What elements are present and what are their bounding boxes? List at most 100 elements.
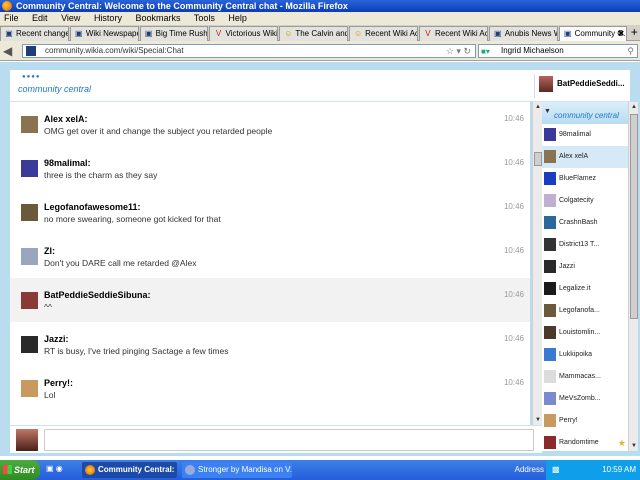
- user-list-item[interactable]: 98malimal: [542, 124, 628, 146]
- message-author[interactable]: Alex xelA:: [44, 114, 530, 125]
- wiki-icon: ▣: [144, 29, 153, 38]
- message-time: 10:46: [503, 202, 524, 211]
- show-desktop-icon[interactable]: ▣: [46, 464, 54, 473]
- user-avatar[interactable]: [21, 248, 38, 265]
- user-list-item[interactable]: Louistomlin...: [542, 322, 628, 344]
- menu-edit[interactable]: Edit: [32, 13, 48, 23]
- search-engine-icon[interactable]: ■▾: [481, 46, 490, 58]
- user-name: Perry!: [559, 417, 578, 424]
- chat-message: Alex xelA: OMG get over it and change the…: [10, 102, 530, 146]
- user-avatar: [544, 128, 556, 141]
- menu-file[interactable]: File: [4, 13, 19, 23]
- browser-launch-icon[interactable]: ◉: [56, 464, 63, 473]
- room-header[interactable]: ▼ community central: [542, 102, 628, 124]
- collapse-caret-icon[interactable]: ▼: [544, 108, 551, 115]
- tab-3[interactable]: VVictorious Wiki ...: [209, 26, 279, 41]
- menu-tools[interactable]: Tools: [194, 13, 215, 23]
- user-avatar: [544, 172, 556, 185]
- tab-label: Big Time Rush ...: [155, 29, 208, 38]
- current-user-badge[interactable]: BatPeddieSeddi...: [534, 74, 628, 98]
- user-avatar[interactable]: [21, 336, 38, 353]
- user-avatar: [544, 414, 556, 427]
- user-list-item[interactable]: District13 T...: [542, 234, 628, 256]
- user-list-item[interactable]: MeVsZomb...: [542, 388, 628, 410]
- menu-help[interactable]: Help: [228, 13, 247, 23]
- bookmark-star-icon[interactable]: ☆ ▾ ↻: [446, 45, 471, 57]
- user-list-item[interactable]: Randomtime ★: [542, 432, 628, 451]
- system-tray: ▩ 10:59 AM: [546, 460, 640, 480]
- wiki-icon: ▣: [75, 29, 83, 38]
- menu-history[interactable]: History: [94, 13, 122, 23]
- scroll-down-arrow-icon[interactable]: ▼: [629, 441, 639, 451]
- chat-messages[interactable]: Alex xelA: OMG get over it and change the…: [10, 102, 530, 425]
- tab-8[interactable]: ▣ Community C... ✖: [558, 26, 628, 41]
- chat-message: Legofanofawesome11: no more swearing, som…: [10, 190, 530, 234]
- logo-figures-icon: ●●●●: [22, 74, 41, 80]
- new-tab-plus-icon[interactable]: +: [628, 25, 640, 40]
- tab-4[interactable]: ☺The Calvin and ...: [279, 26, 349, 41]
- quick-launch: ▣ ◉: [46, 464, 78, 476]
- user-list-item[interactable]: Legalize.it: [542, 278, 628, 300]
- community-central-logo[interactable]: ●●●● community central: [14, 74, 94, 100]
- search-value: Ingrid Michaelson: [501, 46, 564, 55]
- address-label[interactable]: Address: [515, 460, 544, 480]
- user-list-scrollbar[interactable]: ▲ ▼: [628, 102, 638, 451]
- message-author[interactable]: Jazzi:: [44, 334, 530, 345]
- message-text: RT is busy, I've tried pinging Sactage a…: [44, 346, 229, 356]
- user-list-item[interactable]: Alex xelA: [542, 146, 628, 168]
- message-input[interactable]: [44, 429, 534, 451]
- message-author[interactable]: Perry!:: [44, 378, 530, 389]
- user-avatar[interactable]: [21, 160, 38, 177]
- user-name: MeVsZomb...: [559, 395, 601, 402]
- user-list-item[interactable]: Legofanofa...: [542, 300, 628, 322]
- user-list-item[interactable]: Jazzi: [542, 256, 628, 278]
- tab-0[interactable]: ▣Recent change...: [0, 26, 69, 41]
- user-avatar[interactable]: [21, 292, 38, 309]
- back-arrow-icon[interactable]: ◀: [3, 43, 15, 59]
- smiley-icon: ☺: [354, 29, 363, 38]
- user-avatar: [544, 392, 556, 405]
- tab-1[interactable]: ▣Wiki Newspape...: [69, 26, 139, 41]
- tab-7[interactable]: ▣Anubis News W...: [488, 26, 558, 41]
- media-icon: [185, 465, 195, 475]
- menu-bookmarks[interactable]: Bookmarks: [135, 13, 180, 23]
- user-avatar[interactable]: [21, 204, 38, 221]
- tab-5[interactable]: ☺Recent Wiki Ac...: [349, 26, 418, 41]
- close-tab-icon[interactable]: ✖: [618, 27, 625, 40]
- message-author[interactable]: Zl:: [44, 246, 530, 257]
- user-list-item[interactable]: Perry!: [542, 410, 628, 432]
- user-list-item[interactable]: Colgatecity: [542, 190, 628, 212]
- scroll-up-arrow-icon[interactable]: ▲: [629, 102, 639, 112]
- tab-2[interactable]: ▣Big Time Rush ...: [139, 26, 209, 41]
- moderator-star-icon: ★: [617, 438, 626, 448]
- user-avatar[interactable]: [21, 116, 38, 133]
- network-icon[interactable]: ▩: [552, 465, 562, 475]
- scrollbar-thumb[interactable]: [630, 114, 638, 319]
- user-list-item[interactable]: Lukkipoika: [542, 344, 628, 366]
- message-time: 10:46: [503, 290, 524, 299]
- tab-label: Recent change...: [16, 29, 68, 38]
- start-button[interactable]: Start: [0, 460, 40, 480]
- search-bar[interactable]: ■▾ Ingrid Michaelson ⚲: [478, 44, 638, 58]
- url-bar[interactable]: community.wikia.com/wiki/Special:Chat ☆ …: [22, 44, 476, 58]
- search-magnifier-icon[interactable]: ⚲: [627, 45, 634, 57]
- message-author[interactable]: BatPeddieSeddieSibuna:: [44, 290, 530, 301]
- user-avatar: [544, 216, 556, 229]
- message-author[interactable]: 98malimal:: [44, 158, 530, 169]
- user-name: Alex xelA: [559, 153, 589, 160]
- user-list-item[interactable]: CrashnBash: [542, 212, 628, 234]
- chat-scrollbar[interactable]: ▲ ▼: [532, 102, 542, 425]
- menu-view[interactable]: View: [61, 13, 80, 23]
- chat-message: Zl: Don't you DARE call me retarded @Alex…: [10, 234, 530, 278]
- user-avatar[interactable]: [21, 380, 38, 397]
- message-text: Don't you DARE call me retarded @Alex: [44, 258, 197, 268]
- task-firefox[interactable]: Community Central: ...: [82, 462, 177, 478]
- task-media[interactable]: Stronger by Mandisa on V...: [182, 462, 292, 478]
- user-list-item[interactable]: BlueFlamez: [542, 168, 628, 190]
- user-list-item[interactable]: Mammacas...: [542, 366, 628, 388]
- scrollbar-thumb[interactable]: [534, 152, 542, 166]
- tab-6[interactable]: VRecent Wiki Ac...: [418, 26, 488, 41]
- chat-message: Jazzi: RT is busy, I've tried pinging Sac…: [10, 322, 530, 366]
- site-identity-icon[interactable]: [26, 46, 36, 56]
- message-author[interactable]: Legofanofawesome11:: [44, 202, 530, 213]
